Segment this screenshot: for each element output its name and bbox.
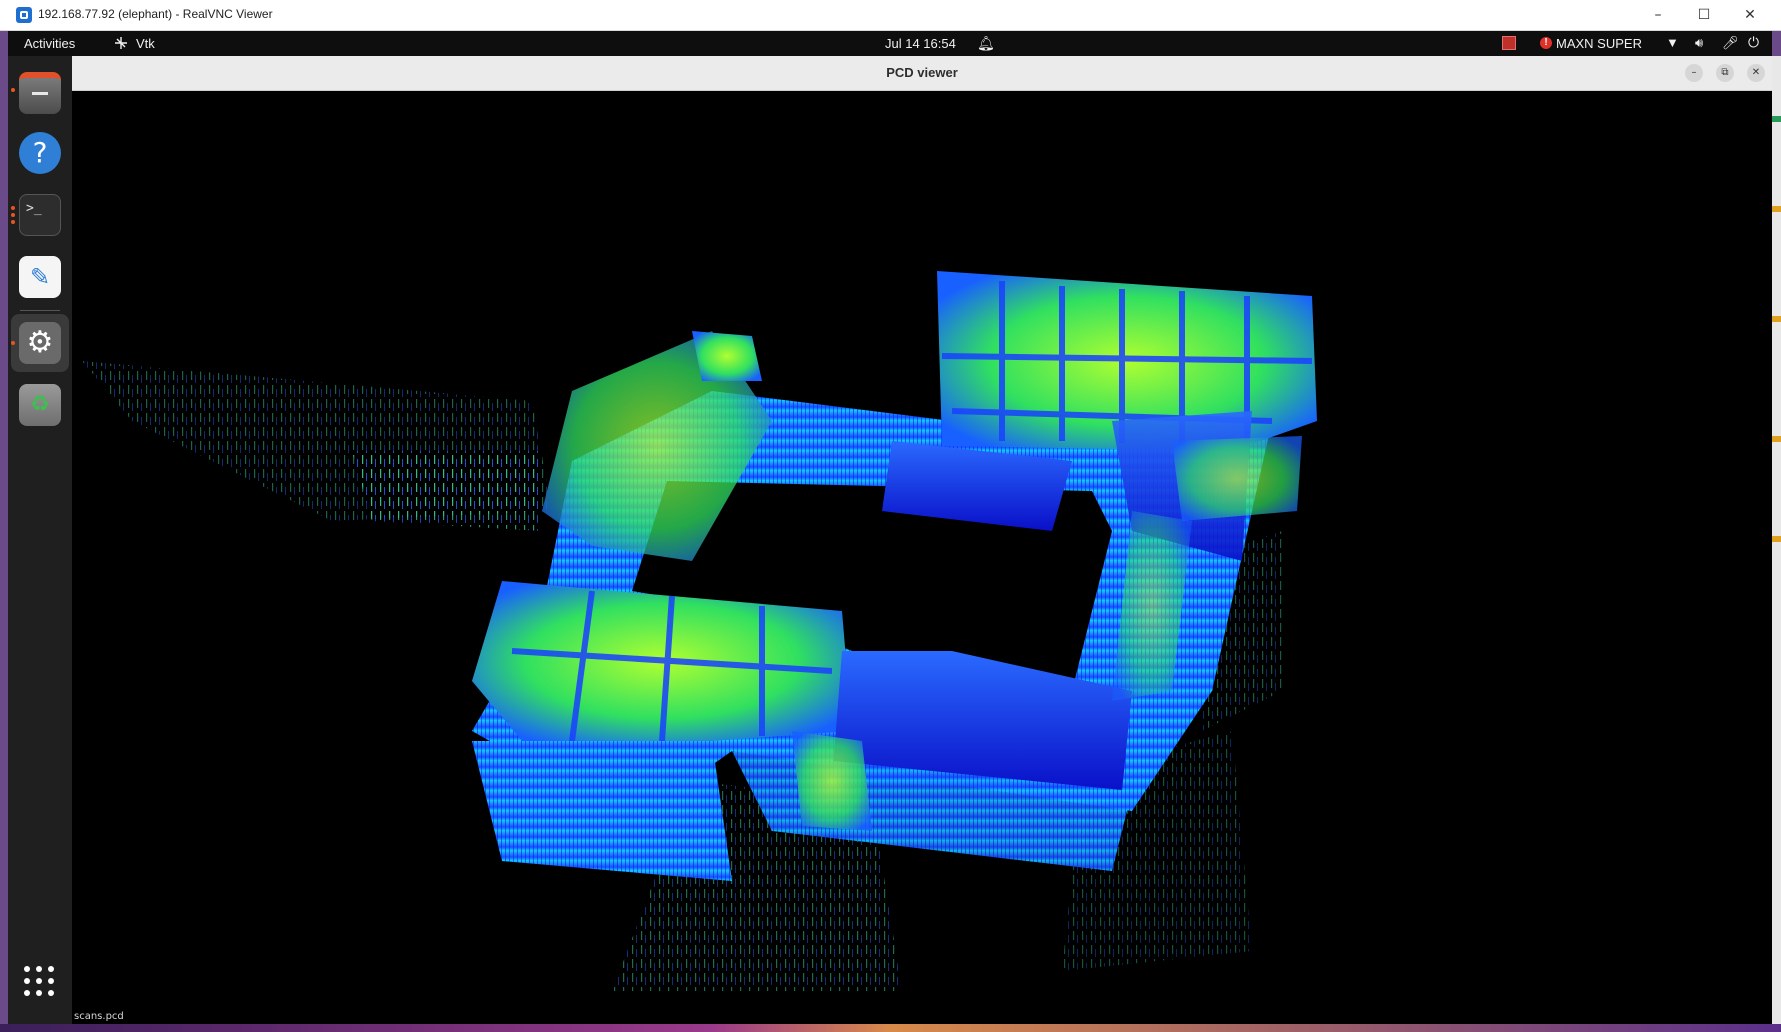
point-cloud-canvas[interactable]: scans.pcd <box>72 91 1772 1024</box>
microphone-icon[interactable]: 🎤︎ <box>1722 35 1739 51</box>
power-icon[interactable]: ⏻ <box>1748 34 1759 51</box>
vnc-window-titlebar[interactable]: 192.168.77.92 (elephant) - RealVNC Viewe… <box>0 0 1781 31</box>
realvnc-app-icon <box>16 7 32 23</box>
pcd-viewer-titlebar[interactable]: PCD viewer – ⧉ ✕ <box>72 56 1772 91</box>
minimize-button[interactable]: – <box>1635 0 1681 30</box>
activities-button[interactable]: Activities <box>24 36 75 51</box>
running-indicator <box>11 88 15 92</box>
clock[interactable]: Jul 14 16:54 <box>885 36 956 51</box>
terminal-icon[interactable]: >_ <box>19 194 61 236</box>
host-wallpaper-strip <box>0 1024 1781 1032</box>
running-indicator <box>11 220 15 224</box>
pcd-viewer-title: PCD viewer <box>886 65 958 80</box>
maximize-button[interactable]: ☐ <box>1681 0 1727 30</box>
running-indicator <box>11 213 15 217</box>
help-icon[interactable]: ? <box>19 132 61 174</box>
running-indicator <box>11 206 15 210</box>
wifi-icon[interactable]: ▼ <box>1666 35 1679 50</box>
tray-indicator-icon[interactable] <box>1502 36 1516 50</box>
dock-separator <box>20 310 60 311</box>
settings-icon[interactable]: ⚙ <box>19 322 61 364</box>
edge-mark <box>1772 316 1781 322</box>
file-label: scans.pcd <box>74 1011 124 1022</box>
show-applications-icon[interactable] <box>24 966 56 998</box>
volume-icon[interactable]: 🔊︎ <box>1695 35 1703 51</box>
vnc-window-title: 192.168.77.92 (elephant) - RealVNC Viewe… <box>38 7 273 21</box>
power-mode-label[interactable]: MAXN SUPER <box>1556 36 1642 51</box>
edge-mark <box>1772 116 1781 122</box>
pcd-viewer-window: PCD viewer – ⧉ ✕ scans.pcd <box>72 56 1772 1024</box>
edge-mark <box>1772 536 1781 542</box>
bell-icon[interactable]: 🔔︎ <box>977 35 995 52</box>
edge-mark <box>1772 436 1781 442</box>
host-desktop-edge <box>1772 56 1781 1024</box>
text-editor-icon[interactable]: ✎ <box>19 256 61 298</box>
files-icon[interactable] <box>19 72 61 114</box>
gnome-top-bar: Activities Vtk Jul 14 16:54 🔔︎ ! MAXN SU… <box>8 31 1772 56</box>
running-indicator <box>11 341 15 345</box>
edge-mark <box>1772 206 1781 212</box>
pcd-minimize-button[interactable]: – <box>1685 64 1703 82</box>
app-menu-label[interactable]: Vtk <box>136 36 155 51</box>
dock: ? >_ ✎ ⚙ ♻ <box>8 56 72 1024</box>
trash-icon[interactable]: ♻ <box>19 384 61 426</box>
point-cloud-render <box>82 271 1317 991</box>
pcd-close-button[interactable]: ✕ <box>1747 64 1765 82</box>
close-button[interactable]: ✕ <box>1727 0 1773 30</box>
warning-icon[interactable]: ! <box>1540 37 1552 49</box>
pcd-restore-button[interactable]: ⧉ <box>1716 64 1734 82</box>
vtk-app-icon <box>115 37 127 49</box>
